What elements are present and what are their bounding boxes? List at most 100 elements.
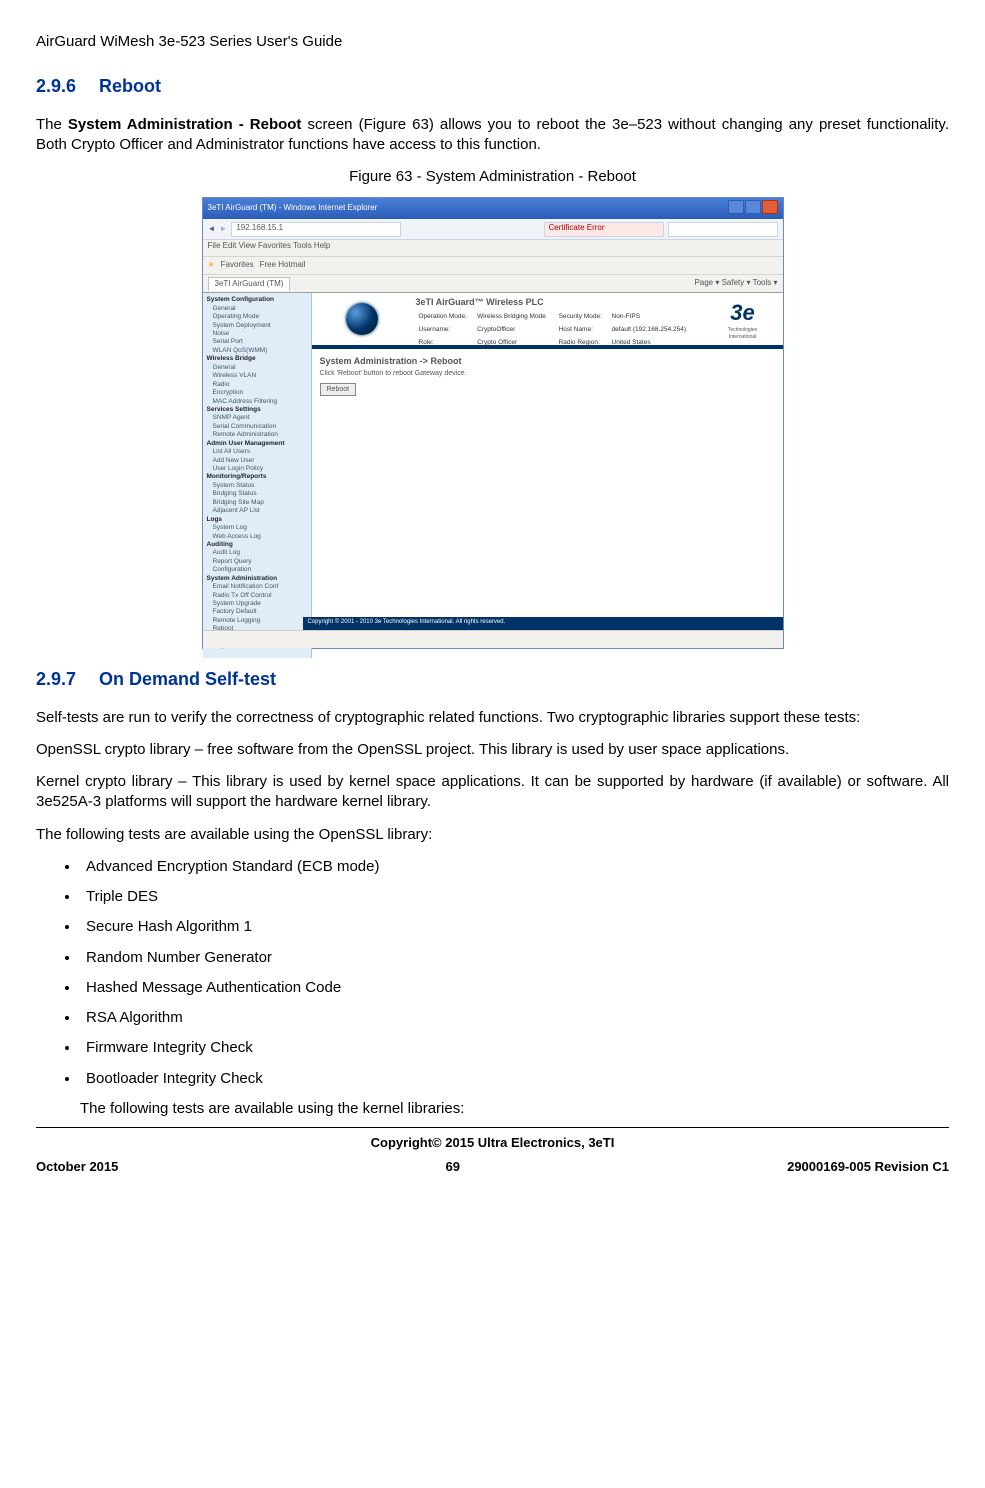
bold-span: System Administration - Reboot	[68, 116, 302, 133]
list-item: Hashed Message Authentication Code	[80, 978, 949, 998]
sidebar-item[interactable]: List All Users	[207, 448, 307, 456]
sidebar-item[interactable]: WLAN QoS(WMM)	[207, 347, 307, 355]
content-pane: 3eTI AirGuard™ Wireless PLC Operation Mo…	[312, 293, 783, 658]
sidebar-item[interactable]: Bridging Status	[207, 490, 307, 498]
tests-list: Advanced Encryption Standard (ECB mode)T…	[80, 857, 949, 1089]
list-item: RSA Algorithm	[80, 1008, 949, 1028]
tab-bar: 3eTI AirGuard (TM) Page ▾ Safety ▾ Tools…	[203, 275, 783, 293]
text-span: The	[36, 116, 68, 133]
section-number: 2.9.7	[36, 667, 94, 691]
paragraph-selftest-1: Self-tests are run to verify the correct…	[36, 708, 949, 728]
window-titlebar: 3eTI AirGuard (TM) - Windows Internet Ex…	[203, 198, 783, 219]
search-field[interactable]	[668, 222, 778, 237]
section-title: On Demand Self-test	[99, 669, 276, 689]
sidebar-item[interactable]: System Deployment	[207, 322, 307, 330]
star-icon[interactable]: ★	[208, 260, 215, 271]
logo-banner: 3eTI AirGuard™ Wireless PLC Operation Mo…	[312, 293, 783, 349]
globe-icon	[346, 303, 378, 335]
sidebar-item[interactable]: System Upgrade	[207, 600, 307, 608]
favorites-bar: ★ Favorites Free Hotmail	[203, 257, 783, 275]
footer-copyright: Copyright© 2015 Ultra Electronics, 3eTI	[36, 1134, 949, 1152]
sidebar-item[interactable]: Remote Logging	[207, 617, 307, 625]
doc-header: AirGuard WiMesh 3e-523 Series User's Gui…	[36, 32, 949, 52]
reboot-button[interactable]: Reboot	[320, 383, 357, 396]
paragraph-reboot-intro: The System Administration - Reboot scree…	[36, 115, 949, 156]
sidebar-item[interactable]: Serial Communication	[207, 423, 307, 431]
content-section-text: Click 'Reboot' button to reboot Gateway …	[312, 369, 783, 378]
footer-revision: 29000169-005 Revision C1	[787, 1158, 949, 1176]
list-item: Triple DES	[80, 887, 949, 907]
nav-fwd-icon[interactable]: ►	[219, 224, 227, 235]
sidebar-item[interactable]: Factory Default	[207, 608, 307, 616]
cert-error[interactable]: Certificate Error	[544, 222, 664, 237]
content-section-header: System Administration -> Reboot	[312, 349, 783, 369]
nav-sidebar: System ConfigurationGeneralOperating Mod…	[203, 293, 312, 658]
sidebar-item[interactable]: Serial Port	[207, 338, 307, 346]
footer-copy-post: 2015 Ultra Electronics, 3eTI	[442, 1135, 615, 1150]
sidebar-item[interactable]: Wireless VLAN	[207, 372, 307, 380]
list-item: Secure Hash Algorithm 1	[80, 917, 949, 937]
status-bar	[203, 630, 783, 648]
section-heading-reboot: 2.9.6 Reboot	[36, 74, 949, 98]
sidebar-item[interactable]: Adjacent AP List	[207, 507, 307, 515]
list-item: Random Number Generator	[80, 948, 949, 968]
sidebar-item[interactable]: Bridging Site Map	[207, 499, 307, 507]
browser-window: 3eTI AirGuard (TM) - Windows Internet Ex…	[202, 197, 784, 649]
banner-info: 3eTI AirGuard™ Wireless PLC Operation Mo…	[412, 293, 703, 345]
sidebar-item[interactable]: Email Notification Conf	[207, 583, 307, 591]
sidebar-item[interactable]: Operating Mode	[207, 313, 307, 321]
window-title: 3eTI AirGuard (TM) - Windows Internet Ex…	[208, 203, 378, 214]
browser-body: System ConfigurationGeneralOperating Mod…	[203, 293, 783, 658]
sidebar-item[interactable]: General	[207, 305, 307, 313]
sidebar-item[interactable]: Web Access Log	[207, 533, 307, 541]
paragraph-selftest-2: OpenSSL crypto library – free software f…	[36, 740, 949, 760]
sidebar-group: Monitoring/Reports	[207, 473, 307, 481]
page-copyright-bar: Copyright © 2001 - 2010 3e Technologies …	[303, 617, 783, 631]
footer-rule	[36, 1127, 949, 1128]
sidebar-group: System Administration	[207, 575, 307, 583]
list-item: Firmware Integrity Check	[80, 1038, 949, 1058]
window-buttons[interactable]	[727, 200, 778, 218]
browser-tab[interactable]: 3eTI AirGuard (TM)	[208, 277, 291, 291]
favorites-label[interactable]: Favorites	[221, 260, 254, 271]
free-hotmail-link[interactable]: Free Hotmail	[260, 260, 306, 271]
sidebar-group: System Configuration	[207, 296, 307, 304]
sidebar-item[interactable]: Radio Tx Off Control	[207, 592, 307, 600]
sidebar-item[interactable]: General	[207, 364, 307, 372]
banner-table: Operation Mode:Wireless Bridging ModeSec…	[416, 310, 699, 350]
list-item: Bootloader Integrity Check	[80, 1069, 949, 1089]
sidebar-group: Auditing	[207, 541, 307, 549]
paragraph-selftest-4: The following tests are available using …	[36, 825, 949, 845]
url-field[interactable]: 192.168.15.1	[231, 222, 401, 237]
sidebar-item[interactable]: Noise	[207, 330, 307, 338]
logo-3e: 3e TechnologiesInternational	[703, 293, 783, 345]
sidebar-item[interactable]: Encryption	[207, 389, 307, 397]
figure-caption: Figure 63 - System Administration - Rebo…	[36, 167, 949, 187]
sidebar-group: Services Settings	[207, 406, 307, 414]
sidebar-item[interactable]: User Login Policy	[207, 465, 307, 473]
logo-3e-sub: TechnologiesInternational	[728, 327, 757, 341]
nav-back-icon[interactable]: ◄	[208, 224, 216, 235]
footer-row: October 2015 69 29000169-005 Revision C1	[36, 1158, 949, 1176]
sidebar-item[interactable]: System Status	[207, 482, 307, 490]
page-tools[interactable]: Page ▾ Safety ▾ Tools ▾	[694, 278, 777, 289]
sidebar-item[interactable]: MAC Address Filtering	[207, 398, 307, 406]
sidebar-item[interactable]: Remote Administration	[207, 431, 307, 439]
sidebar-item[interactable]: Configuration	[207, 566, 307, 574]
section-title: Reboot	[99, 76, 161, 96]
banner-title: 3eTI AirGuard™ Wireless PLC	[416, 296, 699, 308]
sidebar-group: Logs	[207, 516, 307, 524]
sidebar-item[interactable]: Report Query	[207, 558, 307, 566]
figure-63: 3eTI AirGuard (TM) - Windows Internet Ex…	[36, 197, 949, 649]
sidebar-item[interactable]: Add New User	[207, 457, 307, 465]
sidebar-item[interactable]: Audit Log	[207, 549, 307, 557]
section-heading-selftest: 2.9.7 On Demand Self-test	[36, 667, 949, 691]
sidebar-item[interactable]: SNMP Agent	[207, 414, 307, 422]
copyright-icon: ©	[432, 1135, 442, 1150]
menu-bar[interactable]: File Edit View Favorites Tools Help	[203, 240, 783, 257]
section-number: 2.9.6	[36, 74, 94, 98]
sidebar-group: Admin User Management	[207, 440, 307, 448]
sidebar-item[interactable]: Radio	[207, 381, 307, 389]
logo-3e-text: 3e	[730, 298, 754, 328]
sidebar-item[interactable]: System Log	[207, 524, 307, 532]
